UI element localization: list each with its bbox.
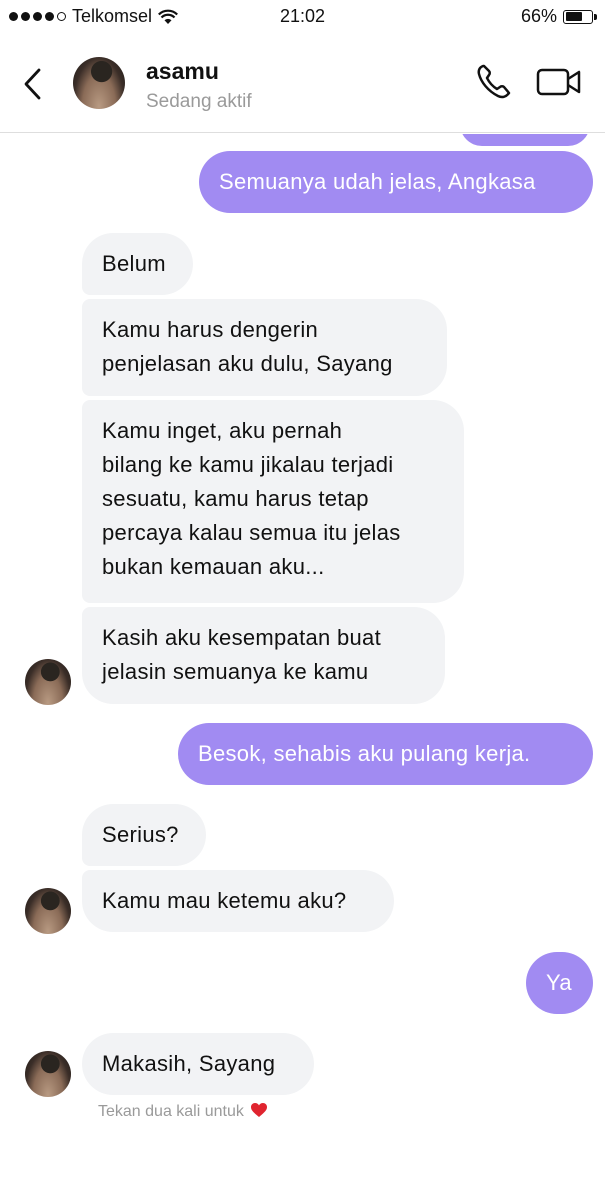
message-bubble-outgoing[interactable]: Besok, sehabis aku pulang kerja. <box>178 723 593 785</box>
contact-avatar[interactable] <box>73 57 125 109</box>
back-arrow-icon[interactable] <box>20 66 46 102</box>
chat-header: asamu Sedang aktif <box>0 36 605 133</box>
message-bubble-incoming[interactable]: Kamu inget, aku pernah bilang ke kamu ji… <box>82 400 464 603</box>
status-bar: Telkomsel 21:02 66% <box>0 0 605 36</box>
battery-icon <box>563 9 597 24</box>
battery-percent: 66% <box>520 6 557 26</box>
contact-status: Sedang aktif <box>146 91 252 112</box>
message-list[interactable]: Semuanya udah jelas, Angkasa Belum Kamu … <box>0 134 605 1200</box>
sender-avatar[interactable] <box>25 888 71 934</box>
message-bubble-incoming[interactable]: Serius? <box>82 804 206 866</box>
message-bubble-incoming[interactable]: Kasih aku kesempatan buat jelasin semuan… <box>82 607 445 704</box>
clock: 21:02 <box>279 6 326 26</box>
double-tap-hint-text: Tekan dua kali untuk <box>98 1103 244 1120</box>
sender-avatar[interactable] <box>25 1051 71 1097</box>
sender-avatar[interactable] <box>25 659 71 705</box>
message-bubble-outgoing[interactable]: Semuanya udah jelas, Angkasa <box>199 151 593 213</box>
video-call-icon[interactable] <box>536 64 582 100</box>
status-right: 66% <box>520 6 597 27</box>
message-bubble-incoming[interactable]: Belum <box>82 233 193 295</box>
message-bubble-incoming[interactable]: Kamu mau ketemu aku? <box>82 870 394 932</box>
heart-icon <box>251 1103 268 1117</box>
message-bubble-outgoing[interactable]: Ya <box>526 952 593 1014</box>
contact-name[interactable]: asamu <box>146 58 219 85</box>
double-tap-hint: Tekan dua kali untuk <box>98 1102 268 1121</box>
message-bubble-incoming[interactable]: Kamu harus dengerin penjelasan aku dulu,… <box>82 299 447 396</box>
phone-call-icon[interactable] <box>474 62 514 102</box>
message-bubble-outgoing-partial[interactable] <box>460 134 590 146</box>
message-bubble-incoming[interactable]: Makasih, Sayang <box>82 1033 314 1095</box>
